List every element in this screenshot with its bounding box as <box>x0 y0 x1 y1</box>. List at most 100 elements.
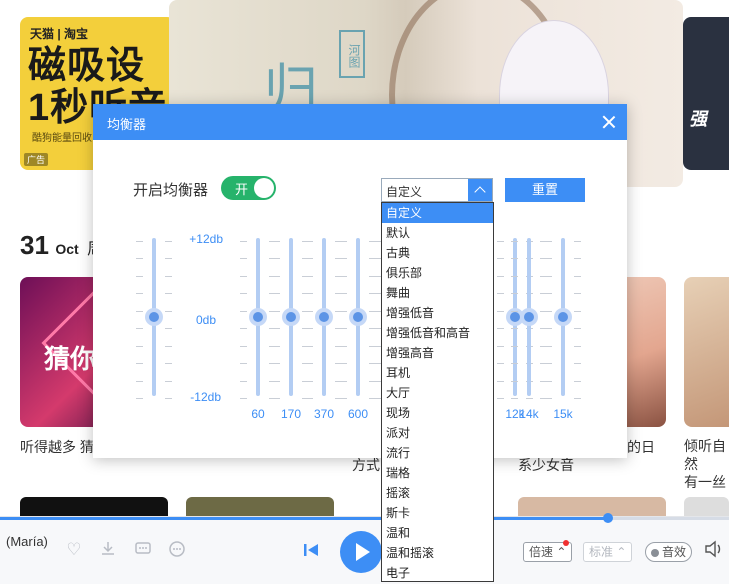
slider-thumb[interactable] <box>554 308 572 326</box>
reset-button[interactable]: 重置 <box>505 178 585 202</box>
chevron-up-icon[interactable] <box>468 179 492 201</box>
preset-option[interactable]: 默认 <box>382 223 493 243</box>
slider-thumb[interactable] <box>145 308 163 326</box>
card-overlay-text: 猜你 <box>44 344 97 374</box>
quality-button[interactable]: 标准 ⌃ <box>583 542 633 562</box>
preset-option[interactable]: 温和 <box>382 523 493 543</box>
scale-tick <box>306 241 313 242</box>
scale-tick <box>574 293 581 294</box>
scale-tick <box>574 381 581 382</box>
scale-tick <box>136 241 143 242</box>
scale-tick <box>497 398 504 399</box>
preset-option[interactable]: 现场 <box>382 403 493 423</box>
preset-dropdown-list: 自定义 默认 古典 俱乐部 舞曲 增强低音 增强低音和高音 增强高音 耳机 大厅 现场 派对 流行 瑞格摇… <box>381 202 494 582</box>
close-icon[interactable] <box>599 112 619 132</box>
scale-tick <box>306 381 313 382</box>
scale-tick <box>511 363 518 364</box>
scale-tick <box>545 311 552 312</box>
prev-icon[interactable] <box>302 542 320 558</box>
scale-mid-label: 0db <box>195 313 216 327</box>
scale-tick <box>240 241 247 242</box>
card-caption[interactable]: 倾听自然 有一丝 <box>684 437 729 491</box>
scale-tick <box>306 311 313 312</box>
eq-band-slider[interactable] <box>340 236 376 404</box>
band-frequency-label: 60 <box>251 407 265 421</box>
preset-option[interactable]: 流行 <box>382 443 493 463</box>
eq-band-slider[interactable] <box>136 236 172 404</box>
song-title[interactable]: (María) <box>6 534 48 549</box>
volume-icon[interactable] <box>704 540 724 560</box>
scale-tick <box>273 293 280 294</box>
scale-tick <box>165 293 172 294</box>
preset-option[interactable]: 大厅 <box>382 383 493 403</box>
effect-dot-icon <box>651 548 659 557</box>
preset-option[interactable]: 电子 <box>382 563 493 583</box>
scale-tick <box>340 311 347 312</box>
scale-tick <box>136 311 143 312</box>
preset-option[interactable]: 温和摇滚 <box>382 543 493 563</box>
scale-tick <box>545 346 552 347</box>
more-icon[interactable] <box>167 540 187 560</box>
scale-tick <box>340 328 347 329</box>
slider-thumb[interactable] <box>315 308 333 326</box>
preset-option[interactable]: 瑞格 <box>382 463 493 483</box>
scale-tick <box>574 398 581 399</box>
eq-band-slider[interactable] <box>511 236 547 404</box>
scale-tick <box>273 276 280 277</box>
heart-icon[interactable]: ♡ <box>64 540 84 560</box>
preset-option[interactable]: 摇滚 <box>382 483 493 503</box>
progress-knob[interactable] <box>602 513 613 523</box>
card-caption[interactable]: 方式 <box>352 455 380 475</box>
scale-tick <box>545 363 552 364</box>
eq-band-slider[interactable] <box>240 236 276 404</box>
side-banner[interactable]: 强 <box>683 17 729 170</box>
preset-option[interactable]: 俱乐部 <box>382 263 493 283</box>
preset-option[interactable]: 增强低音 <box>382 303 493 323</box>
scale-tick <box>497 381 504 382</box>
scale-tick <box>165 241 172 242</box>
preset-option[interactable]: 增强低音和高音 <box>382 323 493 343</box>
comment-icon[interactable] <box>133 540 153 560</box>
scale-tick <box>340 363 347 364</box>
preset-option[interactable]: 古典 <box>382 243 493 263</box>
scale-tick <box>273 363 280 364</box>
slider-thumb[interactable] <box>282 308 300 326</box>
preset-option[interactable]: 增强高音 <box>382 343 493 363</box>
scale-top-label: +12db <box>189 232 223 246</box>
scale-tick <box>545 241 552 242</box>
progress-bar[interactable] <box>0 513 729 523</box>
preset-select[interactable]: 自定义 <box>381 178 493 202</box>
scale-tick <box>273 346 280 347</box>
play-button[interactable] <box>340 531 382 573</box>
eq-band-slider[interactable] <box>273 236 309 404</box>
scale-tick <box>374 293 381 294</box>
progress-fill <box>0 517 608 520</box>
toggle-text: 开 <box>235 182 249 197</box>
preset-option[interactable]: 斯卡 <box>382 503 493 523</box>
preset-option[interactable]: 派对 <box>382 423 493 443</box>
scale-tick <box>545 293 552 294</box>
scale-tick <box>511 258 518 259</box>
slider-thumb[interactable] <box>520 308 538 326</box>
preset-option[interactable]: 舞曲 <box>382 283 493 303</box>
playlist-card[interactable] <box>684 277 729 427</box>
download-icon[interactable] <box>98 540 118 560</box>
card-caption[interactable]: 的日 <box>627 437 655 457</box>
eq-band-slider[interactable] <box>306 236 342 404</box>
scale-tick <box>273 241 280 242</box>
eq-band-slider[interactable] <box>545 236 581 404</box>
effect-button[interactable]: 音效 <box>645 542 693 562</box>
card-caption[interactable]: 听得越多 猜 <box>20 437 94 457</box>
scale-tick <box>545 398 552 399</box>
card-caption[interactable]: 系少女音 <box>518 455 574 475</box>
preset-option[interactable]: 耳机 <box>382 363 493 383</box>
scale-bottom-label: -12db <box>190 390 221 404</box>
slider-thumb[interactable] <box>249 308 267 326</box>
slider-thumb[interactable] <box>349 308 367 326</box>
scale-tick <box>374 398 381 399</box>
scale-tick <box>240 346 247 347</box>
scale-tick <box>497 311 504 312</box>
equalizer-toggle[interactable]: 开 <box>221 176 276 200</box>
preset-option[interactable]: 自定义 <box>382 203 493 223</box>
scale-tick <box>165 311 172 312</box>
